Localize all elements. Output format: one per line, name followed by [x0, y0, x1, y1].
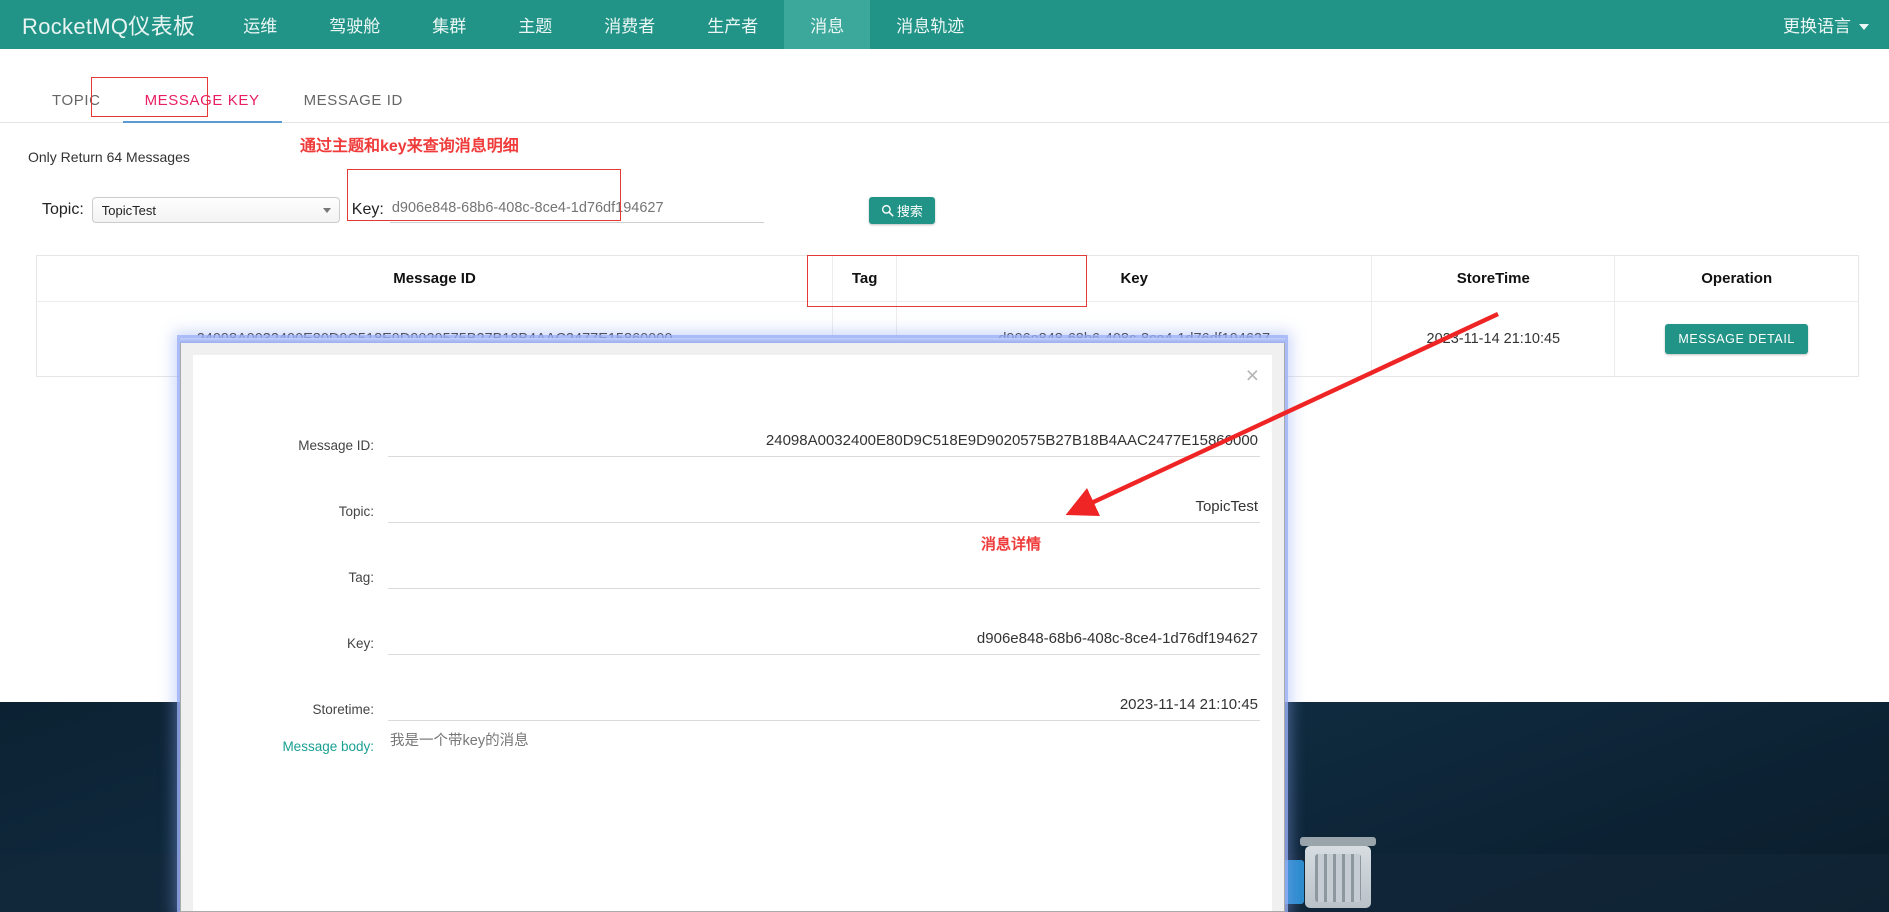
modal-label-message-body: Message body: — [282, 739, 374, 754]
search-icon — [881, 204, 894, 216]
modal-field-message-id: Message ID: 24098A0032400E80D9C518E9D902… — [193, 391, 1272, 457]
language-label: 更换语言 — [1783, 17, 1851, 36]
topic-select[interactable]: TopicTest — [91, 197, 340, 223]
message-detail-button[interactable]: MESSAGE DETAIL — [1665, 324, 1808, 354]
table-header-row: Message ID Tag Key StoreTime Operation — [37, 256, 1858, 302]
modal-value-tag — [388, 581, 1260, 589]
topic-label: Topic: — [42, 201, 84, 218]
brand-logo[interactable]: RocketMQ仪表板 — [0, 0, 217, 49]
search-button-label: 搜索 — [896, 203, 923, 219]
tab-bar: TOPIC MESSAGE KEY MESSAGE ID — [0, 76, 1889, 123]
nav-item-dashboard[interactable]: 驾驶舱 — [303, 0, 406, 49]
search-form: Topic: TopicTest Key: 搜索 — [0, 191, 1889, 229]
annotation-detail-hint: 消息详情 — [981, 536, 1042, 553]
message-detail-modal: × Message ID: 24098A0032400E80D9C518E9D9… — [180, 338, 1285, 912]
trash-lid-icon — [1300, 837, 1376, 846]
nav-item-producer[interactable]: 生产者 — [681, 0, 784, 49]
modal-label-topic: Topic: — [338, 504, 374, 519]
modal-field-key: Key: d906e848-68b6-408c-8ce4-1d76df19462… — [193, 589, 1272, 655]
tab-message-id[interactable]: MESSAGE ID — [282, 92, 425, 122]
modal-top-spacer — [193, 355, 1272, 391]
nav-item-ops[interactable]: 运维 — [217, 0, 303, 49]
topic-select-value: TopicTest — [101, 202, 156, 218]
top-navbar: RocketMQ仪表板 运维 驾驶舱 集群 主题 消费者 生产者 消息 消息轨迹… — [0, 0, 1889, 49]
modal-field-tag: Tag: — [193, 523, 1272, 589]
nav-item-message-trace[interactable]: 消息轨迹 — [870, 0, 990, 49]
column-header-tag: Tag — [832, 256, 898, 302]
modal-field-topic: Topic: TopicTest — [193, 457, 1272, 523]
modal-value-message-body: 我是一个带key的消息 — [390, 733, 529, 749]
column-header-storetime: StoreTime — [1371, 256, 1616, 302]
modal-label-storetime: Storetime: — [312, 702, 374, 717]
column-header-message-id: Message ID — [37, 256, 834, 302]
tab-topic[interactable]: TOPIC — [30, 92, 123, 122]
modal-value-topic: TopicTest — [388, 498, 1260, 523]
search-button[interactable]: 搜索 — [868, 196, 935, 224]
modal-value-key: d906e848-68b6-408c-8ce4-1d76df194627 — [388, 630, 1260, 655]
language-switcher[interactable]: 更换语言 — [1783, 0, 1889, 49]
modal-label-key: Key: — [346, 636, 374, 651]
modal-field-message-body: Message body: 我是一个带key的消息 — [193, 721, 1272, 758]
tab-message-key[interactable]: MESSAGE KEY — [122, 92, 282, 123]
nav-item-cluster[interactable]: 集群 — [406, 0, 492, 49]
cell-storetime: 2023-11-14 21:10:45 — [1371, 301, 1616, 376]
modal-body: × Message ID: 24098A0032400E80D9C518E9D9… — [193, 355, 1272, 911]
trash-icon — [1305, 846, 1371, 908]
chevron-down-icon — [1859, 23, 1869, 30]
nav-item-topic[interactable]: 主题 — [492, 0, 578, 49]
chevron-down-icon — [322, 208, 331, 213]
modal-value-message-id: 24098A0032400E80D9C518E9D9020575B27B18B4… — [388, 432, 1260, 457]
annotation-search-hint: 通过主题和key来查询消息明细 — [300, 138, 519, 155]
nav-item-message[interactable]: 消息 — [784, 0, 871, 49]
modal-label-message-id: Message ID: — [298, 438, 374, 453]
modal-value-storetime: 2023-11-14 21:10:45 — [388, 696, 1260, 721]
column-header-key: Key — [896, 256, 1373, 302]
modal-label-tag: Tag: — [348, 570, 374, 585]
key-input[interactable] — [389, 197, 764, 223]
modal-field-storetime: Storetime: 2023-11-14 21:10:45 — [193, 655, 1272, 721]
nav-item-consumer[interactable]: 消费者 — [578, 0, 681, 49]
cell-operation: MESSAGE DETAIL — [1615, 302, 1858, 377]
close-icon[interactable]: × — [1246, 364, 1259, 387]
column-header-operation: Operation — [1614, 256, 1858, 302]
key-label: Key: — [351, 201, 384, 218]
nav-items: 运维 驾驶舱 集群 主题 消费者 生产者 消息 消息轨迹 — [217, 0, 990, 49]
